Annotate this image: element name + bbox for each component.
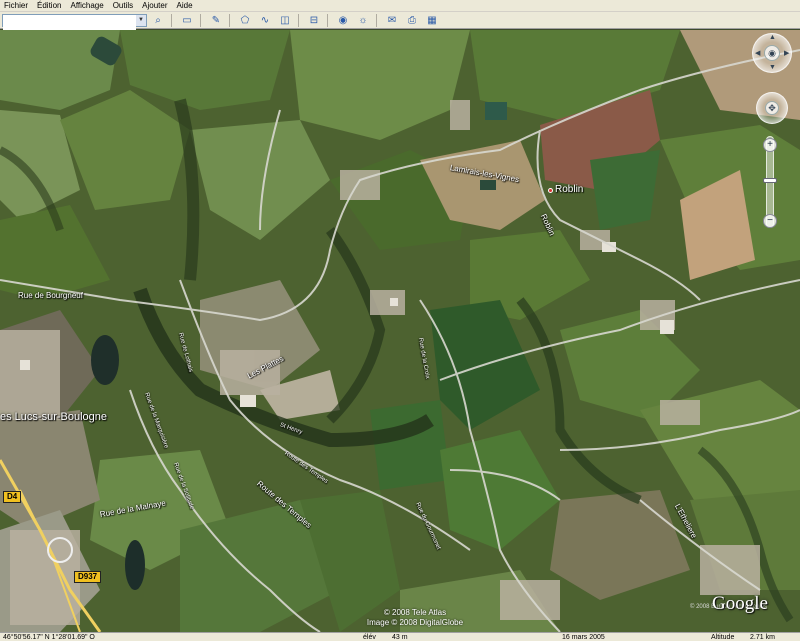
aerial-imagery bbox=[0, 30, 800, 632]
sun-icon[interactable]: ☼ bbox=[354, 13, 372, 27]
road-shield-d937: D937 bbox=[74, 571, 102, 583]
path-icon[interactable]: ∿ bbox=[256, 13, 274, 27]
pointer-coordinates: 46°50'56.17" N 1°28'01.69" O bbox=[3, 634, 95, 641]
eye-icon[interactable]: ◉ bbox=[764, 45, 780, 61]
north-arrow-icon[interactable]: ▲ bbox=[769, 34, 776, 41]
altitude-label: Altitude bbox=[711, 634, 735, 641]
credit-digitalglobe: Image © 2008 DigitalGlobe bbox=[366, 618, 464, 627]
look-joystick[interactable]: ◉ ▲ ▼ ◀ ▶ bbox=[752, 33, 792, 73]
menu-aide[interactable]: Aide bbox=[177, 0, 193, 11]
menu-outils[interactable]: Outils bbox=[113, 0, 133, 11]
chevron-down-icon[interactable]: ▼ bbox=[136, 14, 146, 26]
menu-affichage[interactable]: Affichage bbox=[70, 0, 103, 11]
imagery-date: 16 mars 2005 bbox=[562, 634, 605, 641]
magnifier-icon[interactable]: ⌕ bbox=[149, 13, 167, 27]
toolbar-divider bbox=[376, 13, 377, 27]
menu-ajouter[interactable]: Ajouter bbox=[142, 0, 167, 11]
search-combobox[interactable]: ▼ bbox=[2, 13, 147, 31]
zoom-out-icon[interactable]: − bbox=[763, 214, 777, 228]
polygon-icon[interactable]: ⬠ bbox=[236, 13, 254, 27]
credit-tele-atlas: © 2008 Tele Atlas bbox=[383, 608, 447, 617]
print-icon[interactable]: ⎙ bbox=[403, 13, 421, 27]
placemark-pin[interactable] bbox=[548, 188, 553, 193]
email-icon[interactable]: ✉ bbox=[383, 13, 401, 27]
ruler-icon[interactable]: ⊟ bbox=[305, 13, 323, 27]
elevation-value: 43 m bbox=[392, 634, 408, 641]
sidebar-toggle-icon[interactable]: ▭ bbox=[178, 13, 196, 27]
elevation-label: élév bbox=[363, 634, 376, 641]
toolbar-divider bbox=[200, 13, 201, 27]
zoom-in-icon[interactable]: + bbox=[763, 138, 777, 152]
toolbar-divider bbox=[171, 13, 172, 27]
overlay-icon[interactable]: ◫ bbox=[276, 13, 294, 27]
menu-edition[interactable]: Édition bbox=[37, 0, 61, 11]
hand-icon[interactable]: ✥ bbox=[765, 101, 779, 115]
menu-fichier[interactable]: Fichier bbox=[4, 0, 28, 11]
altitude-value: 2.71 km bbox=[750, 634, 775, 641]
toolbar-divider bbox=[229, 13, 230, 27]
placemark-icon[interactable]: ✎ bbox=[207, 13, 225, 27]
google-earth-window: Fichier Édition Affichage Outils Ajouter… bbox=[0, 0, 800, 641]
status-bar: 46°50'56.17" N 1°28'01.69" O élév 43 m 1… bbox=[0, 632, 800, 641]
toolbar: ▼ ⌕ ▭ ✎ ⬠ ∿ ◫ ⊟ ◉ ☼ ✉ ⎙ ▦ bbox=[0, 12, 800, 31]
google-logo: Google bbox=[712, 593, 768, 614]
label-roblin: Roblin bbox=[555, 184, 584, 195]
imagery-credits: © 2008 Tele Atlas Image © 2008 DigitalGl… bbox=[345, 608, 485, 628]
label-rue-bourgneuf: Rue de Bourgneuf bbox=[18, 291, 83, 300]
menu-bar: Fichier Édition Affichage Outils Ajouter… bbox=[0, 0, 800, 12]
search-input[interactable] bbox=[3, 19, 136, 31]
label-lucs-sur-boulogne: es Lucs-sur-Boulogne bbox=[0, 411, 108, 423]
move-joystick[interactable]: ✥ bbox=[756, 92, 788, 124]
toolbar-divider bbox=[298, 13, 299, 27]
road-shield-d4: D4 bbox=[3, 491, 22, 503]
toolbar-divider bbox=[327, 13, 328, 27]
satellite-map-view[interactable]: Lamirais-les-Vignes Roblin Roblin Rue de… bbox=[0, 30, 800, 632]
google-maps-icon[interactable]: ▦ bbox=[423, 13, 441, 27]
west-arrow-icon[interactable]: ◀ bbox=[755, 49, 760, 57]
zoom-thumb[interactable] bbox=[763, 178, 777, 183]
east-arrow-icon[interactable]: ▶ bbox=[784, 49, 789, 57]
planet-icon[interactable]: ◉ bbox=[334, 13, 352, 27]
south-arrow-icon[interactable]: ▼ bbox=[769, 64, 776, 71]
